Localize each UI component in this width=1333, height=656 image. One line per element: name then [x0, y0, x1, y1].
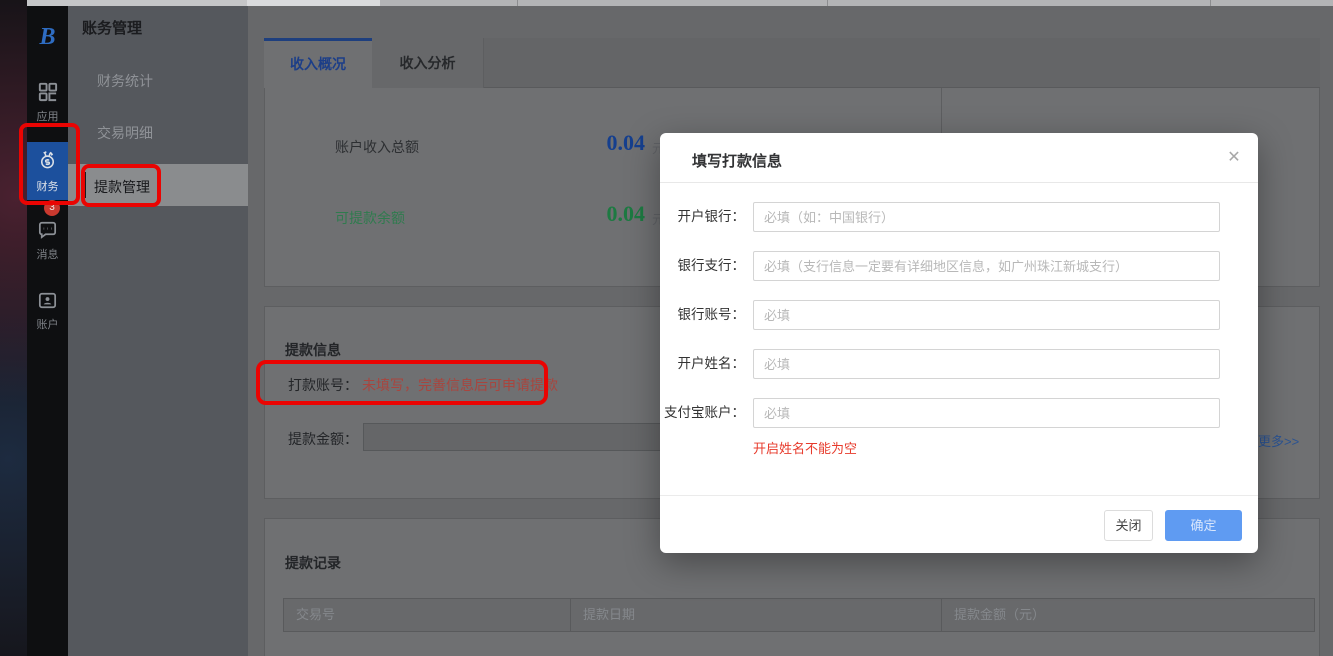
- subnav-item-finance-stats[interactable]: 财务统计: [97, 71, 153, 91]
- app-logo[interactable]: B: [27, 24, 68, 51]
- account-icon[interactable]: [36, 289, 59, 312]
- total-income-value: 0.04: [555, 130, 645, 156]
- close-button[interactable]: 关闭: [1104, 510, 1153, 541]
- tab-income-analysis[interactable]: 收入分析: [372, 38, 484, 88]
- withdraw-amount-label: 提款金额：: [288, 429, 358, 449]
- bank-branch-input[interactable]: [753, 251, 1220, 281]
- annotation-box-payment-account: [256, 360, 548, 405]
- column-withdraw-amount: 提款金额（元）: [942, 599, 1314, 631]
- tab-income-overview[interactable]: 收入概况: [264, 38, 372, 88]
- strip-segment-active: [247, 0, 380, 6]
- sidebar-item-account[interactable]: 账户: [27, 316, 68, 332]
- dialog-title: 填写打款信息: [692, 150, 782, 171]
- apps-icon[interactable]: [36, 80, 59, 103]
- strip-divider: [517, 0, 518, 6]
- annotation-box-withdrawal-menu: [81, 164, 161, 207]
- bank-account-input[interactable]: [753, 300, 1220, 330]
- withdraw-records-heading: 提款记录: [285, 553, 341, 573]
- records-table-header: 交易号 提款日期 提款金额（元）: [283, 598, 1315, 632]
- total-income-label: 账户收入总额: [335, 137, 419, 157]
- column-transaction-id: 交易号: [284, 599, 571, 631]
- confirm-button[interactable]: 确定: [1165, 510, 1242, 541]
- message-icon[interactable]: [36, 218, 59, 241]
- section-title: 账务管理: [82, 17, 142, 38]
- withdrawable-balance-value: 0.04: [555, 201, 645, 227]
- window-top-strip: [27, 0, 1333, 6]
- strip-divider: [827, 0, 828, 6]
- column-withdraw-date: 提款日期: [571, 599, 942, 631]
- account-holder-label: 开户姓名：: [660, 349, 745, 379]
- bank-branch-label: 银行支行：: [660, 251, 745, 281]
- sidebar-item-messages[interactable]: 消息: [27, 246, 68, 262]
- account-holder-input[interactable]: [753, 349, 1220, 379]
- strip-segment: [27, 0, 247, 6]
- bank-name-input[interactable]: [753, 202, 1220, 232]
- bank-account-label: 银行账号：: [660, 300, 745, 330]
- primary-sidebar: B 应用 财务: [27, 6, 68, 656]
- desktop-wallpaper-strip: [0, 0, 27, 656]
- annotation-box-finance-nav: [19, 123, 80, 205]
- subnav-item-transaction-details[interactable]: 交易明细: [97, 123, 153, 143]
- withdrawable-balance-label: 可提款余额: [335, 208, 405, 228]
- sidebar-item-apps[interactable]: 应用: [27, 108, 68, 124]
- app-window: B 应用 财务: [0, 0, 1333, 656]
- withdraw-info-heading: 提款信息: [285, 340, 341, 360]
- secondary-sidebar: [68, 6, 248, 656]
- payment-info-dialog: 填写打款信息 ✕ 开户银行： 银行支行： 银行账号： 开户姓名： 支付宝账户： …: [660, 133, 1258, 553]
- alipay-account-input[interactable]: [753, 398, 1220, 428]
- alipay-account-label: 支付宝账户：: [660, 398, 745, 428]
- strip-divider: [1210, 0, 1211, 6]
- bank-name-label: 开户银行：: [660, 202, 745, 232]
- close-icon[interactable]: ✕: [1224, 148, 1244, 168]
- validation-error-text: 开启姓名不能为空: [753, 438, 857, 457]
